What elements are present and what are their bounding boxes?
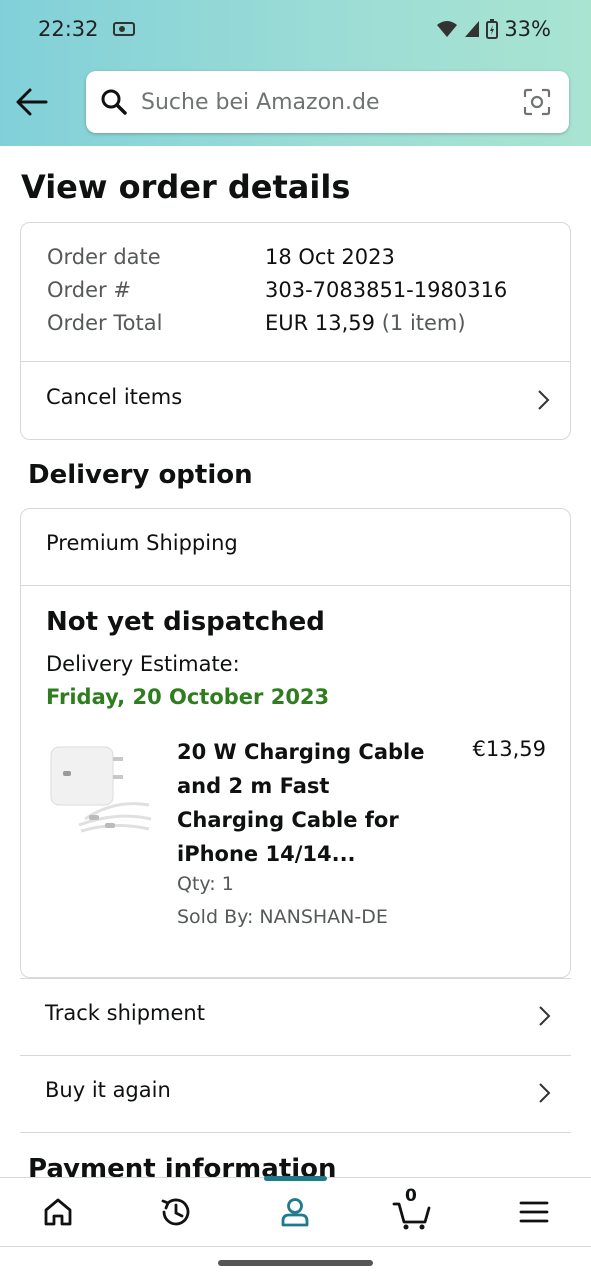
notification-icon	[113, 22, 135, 36]
status-icons: 33%	[436, 17, 551, 41]
product-seller: Sold By: NANSHAN-DE	[177, 906, 388, 928]
search-input[interactable]	[141, 85, 511, 119]
product-quantity: Qty: 1	[177, 873, 234, 895]
account-icon[interactable]	[275, 1192, 315, 1232]
delivery-card: Premium Shipping Not yet dispatched Deli…	[20, 508, 571, 978]
cart-count: 0	[405, 1186, 417, 1206]
order-total-amount: EUR 13,59	[265, 311, 376, 335]
cart-button[interactable]: 0	[392, 1186, 432, 1232]
back-arrow-icon[interactable]	[14, 86, 50, 118]
search-icon	[101, 89, 127, 115]
home-icon[interactable]	[38, 1192, 78, 1232]
status-time: 22:32	[38, 17, 99, 41]
order-total-label: Order Total	[47, 311, 163, 335]
order-date-label: Order date	[47, 245, 161, 269]
chevron-right-icon	[539, 1006, 551, 1026]
page-title: View order details	[21, 168, 351, 206]
divider	[20, 1132, 571, 1133]
wifi-icon	[437, 21, 458, 37]
app-header: 22:32 33%	[0, 0, 591, 146]
chevron-right-icon	[538, 390, 550, 410]
signal-icon	[465, 21, 480, 37]
product-price: €13,59	[472, 737, 546, 761]
menu-icon[interactable]	[514, 1192, 554, 1232]
divider	[21, 585, 570, 586]
chevron-right-icon	[539, 1083, 551, 1103]
gesture-bar	[218, 1260, 373, 1266]
product-title[interactable]: 20 W Charging Cable and 2 m Fast Chargin…	[177, 735, 427, 871]
delivery-estimate-label: Delivery Estimate:	[46, 652, 240, 676]
delivery-section-title: Delivery option	[28, 460, 253, 490]
cancel-items-label: Cancel items	[46, 385, 183, 409]
history-icon[interactable]	[156, 1192, 196, 1232]
active-tab-indicator	[264, 1176, 327, 1181]
buy-again-label: Buy it again	[45, 1078, 171, 1102]
order-total-items: (1 item)	[381, 311, 466, 335]
order-date-value: 18 Oct 2023	[265, 245, 395, 269]
order-number-label: Order #	[47, 278, 131, 302]
buy-again-row[interactable]: Buy it again	[20, 1055, 571, 1132]
track-shipment-row[interactable]: Track shipment	[20, 978, 571, 1055]
search-bar[interactable]	[86, 71, 569, 133]
camera-scan-icon[interactable]	[523, 88, 551, 116]
delivery-estimate-date: Friday, 20 October 2023	[46, 685, 330, 709]
battery-icon	[486, 19, 499, 39]
bottom-navigation: 0	[0, 1176, 591, 1247]
product-image[interactable]	[45, 739, 153, 839]
shipping-method: Premium Shipping	[46, 531, 238, 555]
track-shipment-label: Track shipment	[45, 1001, 205, 1025]
shipment-status: Not yet dispatched	[46, 607, 325, 637]
battery-level: 33%	[504, 17, 551, 41]
order-summary-card: Order date 18 Oct 2023 Order # 303-70838…	[20, 222, 571, 440]
cancel-items-row[interactable]: Cancel items	[21, 362, 570, 440]
order-total-value: EUR 13,59 (1 item)	[265, 311, 466, 335]
order-number-value: 303-7083851-1980316	[265, 278, 508, 302]
